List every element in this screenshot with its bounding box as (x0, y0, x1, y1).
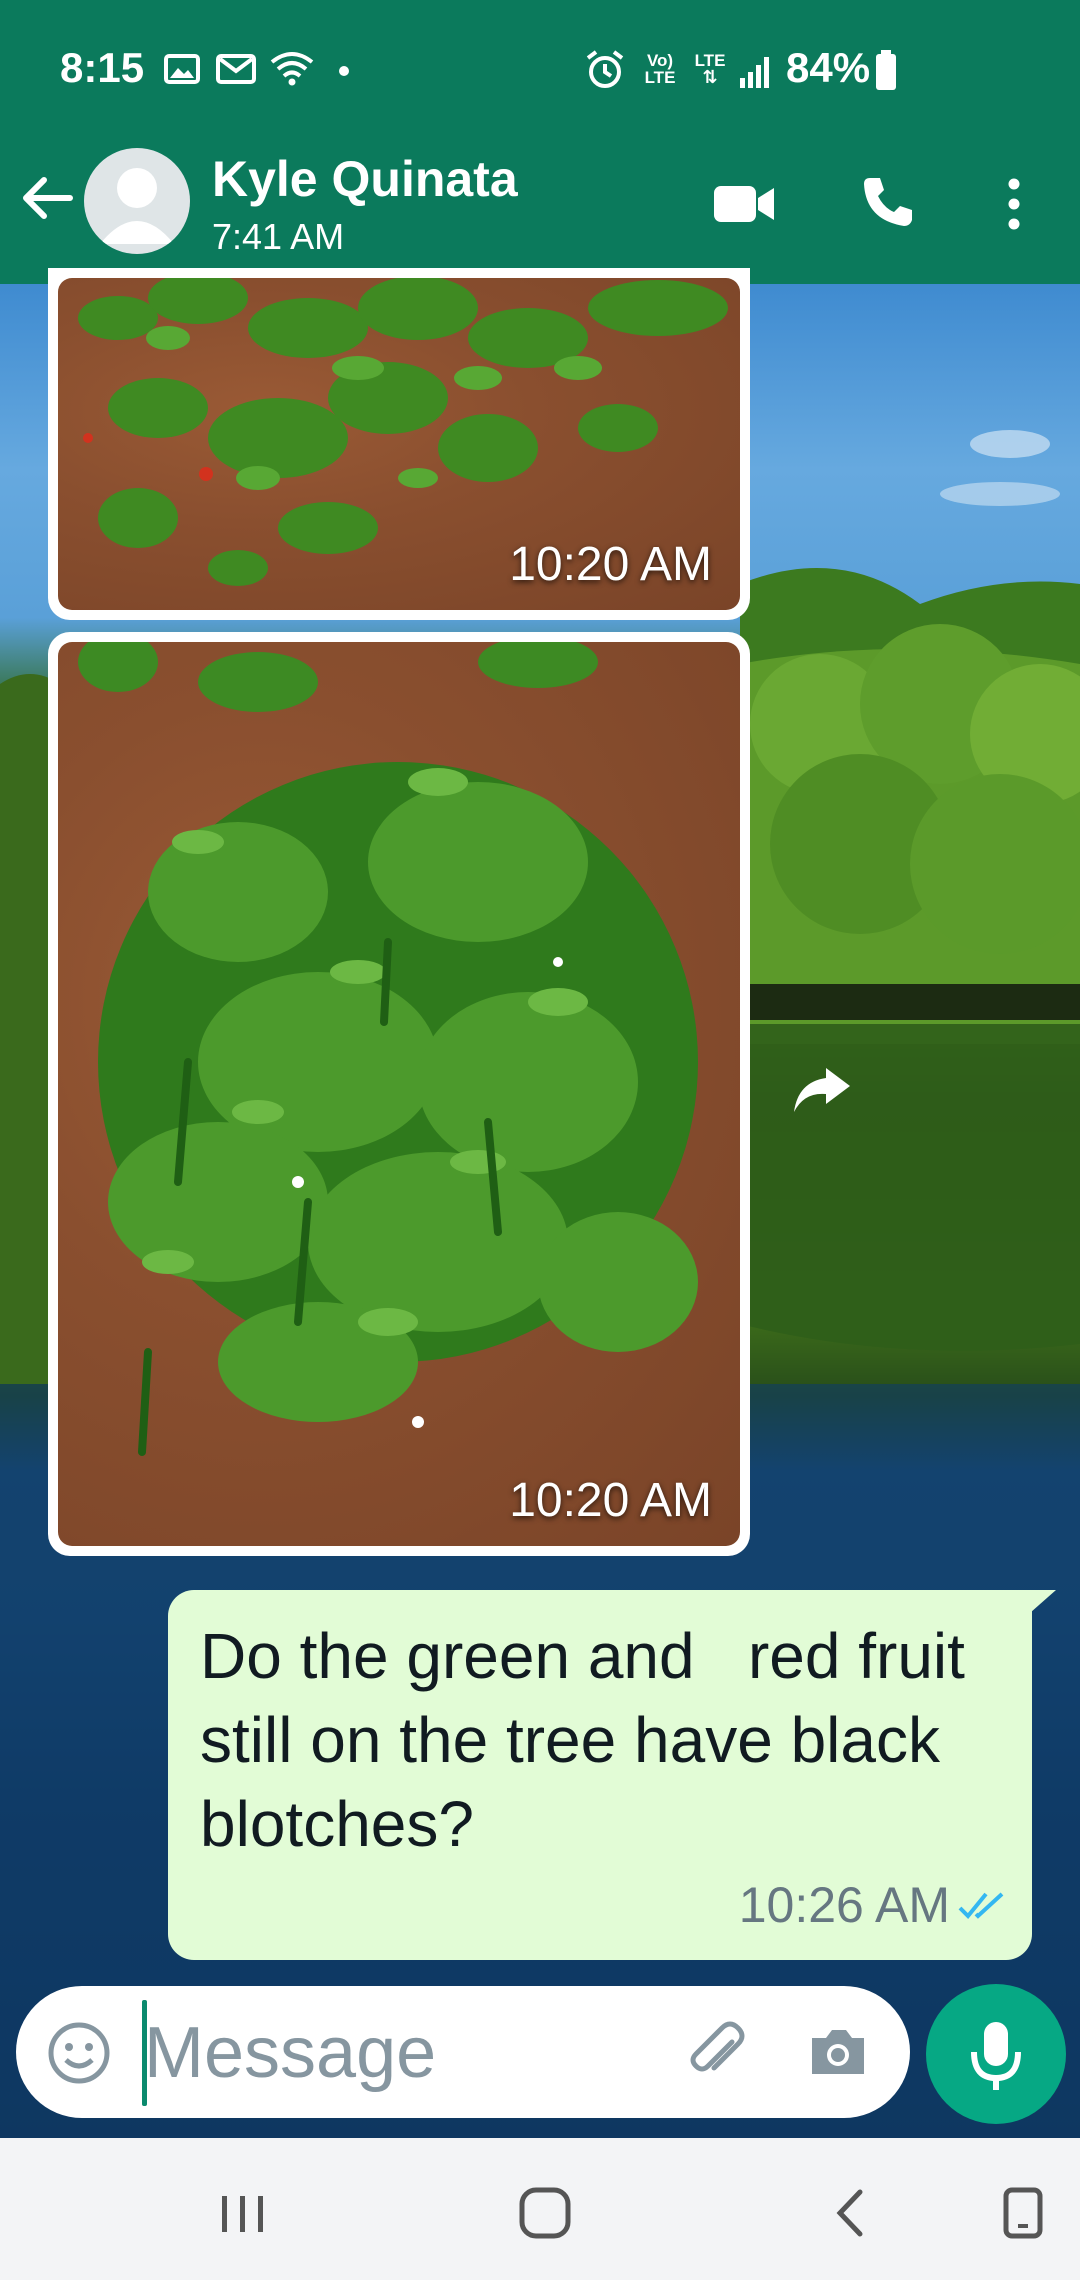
camera-icon[interactable] (806, 2020, 870, 2084)
attach-icon[interactable] (682, 2018, 754, 2090)
dot-icon (338, 64, 350, 82)
read-receipt-icon (958, 1890, 1008, 1922)
message-time: 10:20 AM (509, 538, 712, 591)
phone-icon[interactable] (860, 174, 916, 230)
message-input[interactable] (144, 2000, 664, 2106)
outgoing-text-message[interactable]: Do the green and red fruit still on the … (168, 1590, 1032, 1960)
chat-header: Kyle Quinata 7:41 AM (0, 140, 1080, 284)
top-bar: 8:15 Vo) LTE LTE ⇅ 84% Kyle Quinata 7:41… (0, 0, 1080, 284)
emoji-icon[interactable] (46, 2020, 112, 2086)
alarm-icon (584, 50, 626, 95)
message-composer (16, 1986, 910, 2118)
system-nav-bar (0, 2138, 1080, 2280)
avatar-icon[interactable] (84, 148, 190, 254)
recents-icon[interactable] (208, 2178, 278, 2248)
back-arrow-icon[interactable] (18, 168, 78, 228)
video-call-icon[interactable] (712, 180, 776, 228)
mic-icon (971, 2022, 1021, 2090)
last-seen: 7:41 AM (212, 216, 345, 257)
back-icon[interactable] (816, 2178, 886, 2248)
lte-icon: LTE ⇅ (694, 51, 726, 87)
image-message[interactable]: 10:20 AM (48, 268, 750, 620)
forward-icon[interactable] (790, 1064, 854, 1116)
status-bar: 8:15 Vo) LTE LTE ⇅ 84% (0, 0, 1080, 140)
image-icon (164, 54, 200, 89)
message-time: 10:20 AM (509, 1474, 712, 1527)
rotate-icon[interactable] (988, 2178, 1058, 2248)
mic-button[interactable] (926, 1984, 1066, 2124)
image-message[interactable]: 10:20 AM (48, 632, 750, 1556)
contact-name[interactable]: Kyle Quinata (212, 150, 518, 208)
battery-percent: 84% (786, 44, 871, 91)
more-vert-icon[interactable] (990, 174, 1038, 234)
bubble-tail (1022, 1590, 1056, 1620)
message-time: 10:26 AM (738, 1877, 950, 1933)
message-text: Do the green and red fruit still on the … (200, 1620, 983, 1860)
home-icon[interactable] (510, 2178, 580, 2248)
photo-pepper-plant-closeup: 10:20 AM (58, 642, 740, 1546)
photo-pepper-plants: 10:20 AM (58, 278, 740, 610)
battery-icon (874, 50, 898, 95)
signal-icon (738, 54, 774, 93)
mail-icon (216, 54, 256, 89)
volte-icon: Vo) LTE (644, 51, 676, 87)
status-time: 8:15 (60, 44, 145, 91)
wifi-icon (270, 50, 314, 91)
